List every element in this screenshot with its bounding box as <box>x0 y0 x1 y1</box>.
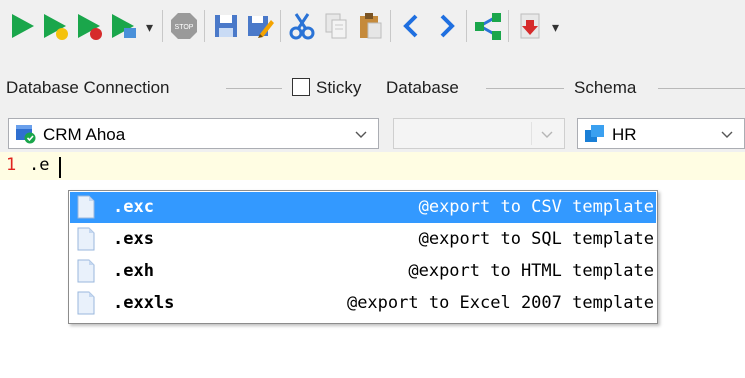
autocomplete-description: @export to Excel 2007 template <box>346 293 654 313</box>
template-icon <box>77 259 95 283</box>
stop-icon[interactable]: STOP <box>168 10 200 42</box>
autocomplete-item[interactable]: .exh @export to HTML template <box>70 256 656 287</box>
autocomplete-key: .exs <box>113 229 154 249</box>
stop-label: STOP <box>175 24 194 31</box>
toolbar-separator <box>204 10 205 42</box>
back-icon[interactable] <box>396 10 428 42</box>
template-icon <box>77 227 95 251</box>
cut-icon[interactable] <box>286 10 318 42</box>
copy-icon[interactable] <box>320 10 352 42</box>
text-caret <box>59 157 61 178</box>
toolbar-separator <box>508 10 509 42</box>
schema-icon <box>585 125 604 142</box>
chevron-down-icon <box>721 131 733 138</box>
share-icon[interactable] <box>472 10 504 42</box>
schema-select[interactable]: HR <box>577 118 745 149</box>
current-line-highlight <box>0 152 745 180</box>
autocomplete-popup: .exc @export to CSV template .exs @expor… <box>68 190 658 324</box>
execute-icon[interactable] <box>6 10 38 42</box>
combo-divider <box>531 122 532 145</box>
sticky-label[interactable]: Sticky <box>316 78 361 98</box>
execute-dropdown-icon[interactable]: ▾ <box>146 20 153 34</box>
autocomplete-item[interactable]: .exs @export to SQL template <box>70 224 656 255</box>
execute-explain-icon[interactable] <box>108 10 140 42</box>
editor-text[interactable]: .e <box>29 155 49 175</box>
group-line <box>658 88 745 89</box>
import-icon[interactable] <box>514 10 546 42</box>
template-icon <box>77 195 95 219</box>
paste-icon[interactable] <box>354 10 386 42</box>
database-label: Database <box>386 78 459 97</box>
autocomplete-item[interactable]: .exxls @export to Excel 2007 template <box>70 288 656 319</box>
selectors-row: CRM Ahoa HR <box>0 112 745 152</box>
line-number: 1 <box>6 155 17 175</box>
toolbar-separator <box>390 10 391 42</box>
connection-select[interactable]: CRM Ahoa <box>8 118 379 149</box>
autocomplete-key: .exc <box>113 197 154 217</box>
execute-current-icon[interactable] <box>74 10 106 42</box>
group-line <box>486 88 564 89</box>
group-line <box>226 88 282 89</box>
save-as-icon[interactable] <box>244 10 276 42</box>
database-connection-label: Database Connection <box>6 78 170 97</box>
chevron-down-icon <box>355 131 367 138</box>
autocomplete-key: .exxls <box>113 293 175 313</box>
chevron-down-icon <box>541 131 553 138</box>
autocomplete-description: @export to SQL template <box>418 229 654 249</box>
schema-value: HR <box>612 125 637 144</box>
database-connection-icon <box>16 125 36 144</box>
schema-label: Schema <box>574 78 637 97</box>
template-icon <box>77 291 95 315</box>
autocomplete-item[interactable]: .exc @export to CSV template <box>70 192 656 223</box>
execute-script-icon[interactable] <box>40 10 72 42</box>
database-select[interactable] <box>393 118 565 149</box>
import-dropdown-icon[interactable]: ▾ <box>552 20 559 34</box>
toolbar: ▾ STOP ▾ <box>0 0 745 66</box>
autocomplete-description: @export to HTML template <box>408 261 654 281</box>
toolbar-separator <box>280 10 281 42</box>
toolbar-separator <box>466 10 467 42</box>
connection-value: CRM Ahoa <box>43 125 126 144</box>
autocomplete-description: @export to CSV template <box>418 197 654 217</box>
sticky-checkbox[interactable] <box>292 78 310 96</box>
autocomplete-key: .exh <box>113 261 154 281</box>
selector-labels: Database Connection Sticky Database Sche… <box>0 66 745 112</box>
forward-icon[interactable] <box>430 10 462 42</box>
save-icon[interactable] <box>210 10 242 42</box>
toolbar-separator <box>162 10 163 42</box>
